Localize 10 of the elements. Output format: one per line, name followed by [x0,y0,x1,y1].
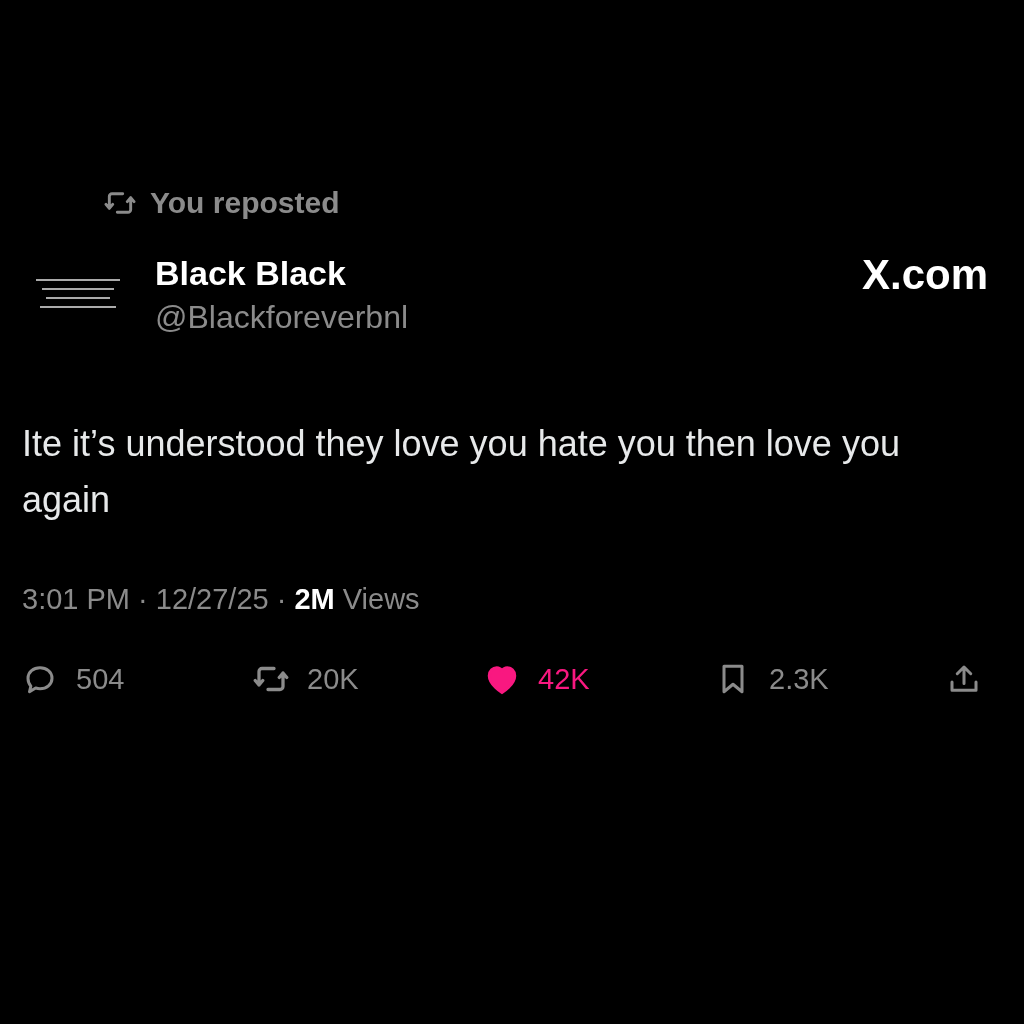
tweet-meta: 3:01 PM · 12/27/25 · 2M Views [22,582,421,617]
user-handle: @Blackforeverbnl [155,297,410,337]
site-label: X.com [861,250,988,300]
action-count: 20K [307,661,360,697]
display-name: Black Black [155,252,347,294]
action-count: 42K [538,661,591,697]
action-count: 2.3K [769,661,830,697]
action-count: 504 [76,661,126,697]
repost-banner-text: You reposted [150,185,340,221]
tweet-text: Ite it’s understood they love you hate you then love you again [22,422,901,522]
